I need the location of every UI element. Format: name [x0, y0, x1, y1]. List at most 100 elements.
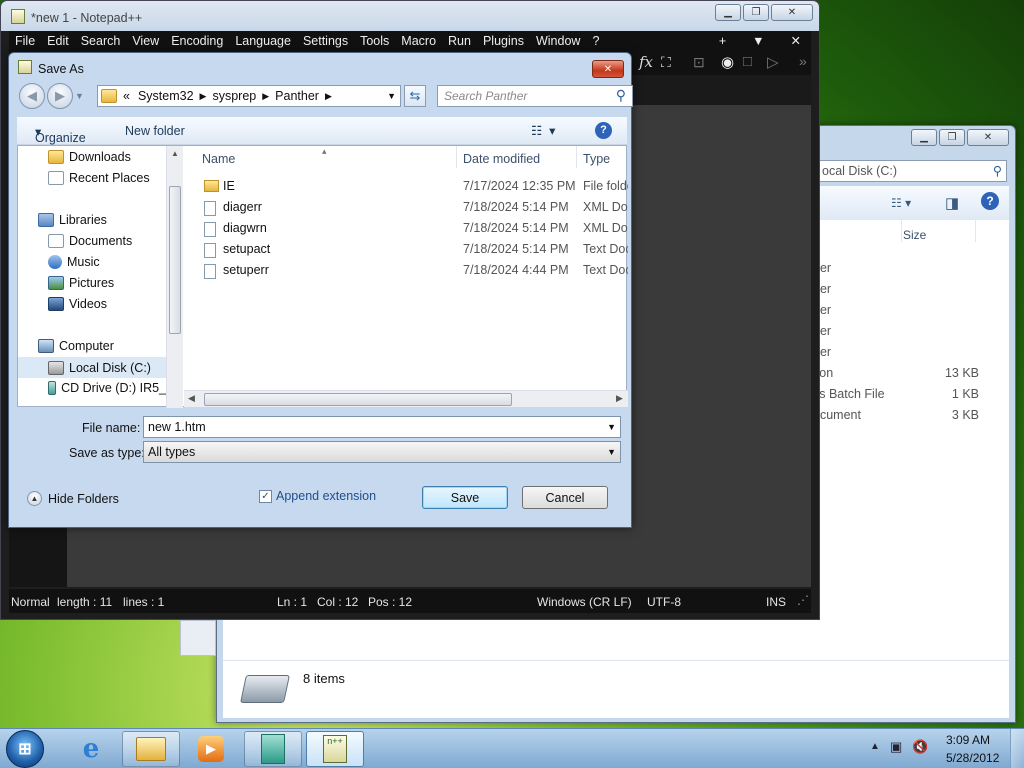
breadcrumb-separator-icon[interactable]: ▶	[325, 91, 332, 102]
document-map-icon[interactable]: ⛶	[661, 54, 671, 71]
menu-tools[interactable]: Tools	[354, 31, 395, 51]
menu-macro[interactable]: Macro	[395, 31, 442, 51]
record-macro-icon[interactable]: ◉	[721, 53, 734, 71]
maximize-button[interactable]: ❐	[743, 4, 769, 21]
menu-view[interactable]: View	[126, 31, 165, 51]
tree-item-music[interactable]: Music	[48, 255, 100, 269]
status-encoding[interactable]: UTF-8	[647, 595, 681, 609]
close-button[interactable]: ✕	[592, 60, 624, 78]
dialog-titlebar[interactable]: Save As ✕	[9, 53, 631, 81]
menu-help[interactable]: ?	[586, 31, 605, 51]
menu-encoding[interactable]: Encoding	[165, 31, 229, 51]
tree-item-libraries[interactable]: Libraries	[38, 213, 107, 227]
scroll-thumb[interactable]	[204, 393, 512, 406]
menu-run[interactable]: Run	[442, 31, 477, 51]
preview-pane-icon[interactable]: ◨	[945, 194, 959, 212]
address-dropdown-icon[interactable]: ▼	[387, 91, 396, 101]
function-list-icon[interactable]: fx	[639, 53, 653, 71]
tree-scrollbar[interactable]: ▲	[166, 146, 183, 408]
close-button[interactable]: ✕	[967, 129, 1009, 146]
tree-item-documents[interactable]: Documents	[48, 234, 132, 248]
help-icon[interactable]: ?	[595, 122, 612, 139]
tree-item-recent-places[interactable]: Recent Places	[48, 171, 150, 185]
search-icon[interactable]: ⚲	[616, 87, 626, 104]
close-document-icon[interactable]: ✕	[785, 31, 807, 51]
file-row[interactable]: setuperr 7/18/2024 4:44 PM Text Docu	[184, 260, 628, 281]
close-button[interactable]: ✕	[771, 4, 813, 21]
scroll-thumb[interactable]	[169, 186, 181, 334]
file-list-scrollbar[interactable]: ◀ ▶	[184, 390, 628, 407]
start-button[interactable]: ⊞	[6, 730, 44, 768]
tree-item-computer[interactable]: Computer	[38, 339, 114, 353]
filename-input[interactable]: new 1.htm ▼	[143, 416, 621, 438]
minimize-button[interactable]: ▁	[715, 4, 741, 21]
forward-button[interactable]: ▶	[47, 83, 73, 109]
minimize-button[interactable]: ▁	[911, 129, 937, 146]
save-button[interactable]: Save	[422, 486, 508, 509]
breadcrumb-panther[interactable]: Panther	[275, 89, 319, 103]
tree-item-local-disk[interactable]: Local Disk (C:)	[18, 357, 166, 378]
status-eol[interactable]: Windows (CR LF)	[537, 595, 632, 609]
show-hidden-icons-icon[interactable]: ▲	[870, 741, 880, 752]
tree-item-pictures[interactable]: Pictures	[48, 276, 114, 290]
column-header-date[interactable]: Date modified	[463, 152, 540, 166]
menu-plugins[interactable]: Plugins	[477, 31, 530, 51]
breadcrumb-separator-icon[interactable]: ▶	[262, 91, 269, 102]
taskbar-media-player[interactable]: ▶	[182, 731, 240, 767]
filename-dropdown-icon[interactable]: ▼	[607, 422, 616, 432]
file-row[interactable]: diagerr 7/18/2024 5:14 PM XML Docu	[184, 197, 628, 218]
breadcrumb-sysprep[interactable]: sysprep	[212, 89, 256, 103]
menu-edit[interactable]: Edit	[41, 31, 75, 51]
view-options-icon[interactable]: ☷ ▾	[531, 123, 555, 138]
column-header-name[interactable]: Name	[202, 152, 235, 166]
hide-folders-button[interactable]: ▲ Hide Folders	[27, 491, 119, 506]
network-icon[interactable]: ▣	[890, 739, 902, 755]
address-bar[interactable]: « System32 ▶ sysprep ▶ Panther ▶ ▼	[97, 85, 401, 107]
stop-macro-icon[interactable]: □	[743, 53, 752, 70]
tree-item-downloads[interactable]: Downloads	[48, 150, 131, 164]
taskbar-window[interactable]	[244, 731, 302, 767]
tree-item-cd-drive[interactable]: CD Drive (D:) IR5_	[48, 381, 166, 395]
view-options-icon[interactable]: ☷ ▾	[891, 196, 911, 210]
file-row[interactable]: setupact 7/18/2024 5:14 PM Text Docu	[184, 239, 628, 260]
taskbar-explorer[interactable]	[122, 731, 180, 767]
taskbar-notepadpp[interactable]: n++	[306, 731, 364, 767]
search-icon[interactable]: ⚲	[993, 163, 1002, 178]
volume-muted-icon[interactable]: 🔇	[912, 739, 928, 755]
search-input[interactable]: Search Panther ⚲	[437, 85, 633, 107]
help-icon[interactable]: ?	[981, 192, 999, 210]
breadcrumb-system32[interactable]: System32	[138, 89, 194, 103]
recent-locations-dropdown-icon[interactable]: ▼	[75, 91, 84, 101]
menu-settings[interactable]: Settings	[297, 31, 354, 51]
monitor-icon[interactable]: ⊡	[693, 54, 705, 71]
cancel-button[interactable]: Cancel	[522, 486, 608, 509]
show-desktop-button[interactable]	[1010, 729, 1024, 768]
file-row[interactable]: IE 7/17/2024 12:35 PM File folder	[184, 176, 628, 197]
status-insert-mode[interactable]: INS	[766, 595, 786, 609]
tab-list-dropdown-icon[interactable]: ▼	[746, 31, 770, 51]
savetype-dropdown-icon[interactable]: ▼	[607, 447, 616, 457]
notepadpp-titlebar[interactable]: *new 1 - Notepad++ ▁ ❐ ✕	[1, 1, 819, 31]
taskbar-internet-explorer[interactable]: e	[62, 731, 120, 767]
scroll-left-icon[interactable]: ◀	[188, 393, 195, 404]
menu-window[interactable]: Window	[530, 31, 586, 51]
column-header-size[interactable]: Size	[903, 228, 926, 242]
maximize-button[interactable]: ❐	[939, 129, 965, 146]
savetype-select[interactable]: All types ▼	[143, 441, 621, 463]
column-header-type[interactable]: Type	[583, 152, 610, 166]
play-macro-icon[interactable]: ▷	[767, 53, 779, 71]
tree-item-videos[interactable]: Videos	[48, 297, 107, 311]
file-row[interactable]: diagwrn 7/18/2024 5:14 PM XML Docu	[184, 218, 628, 239]
back-button[interactable]: ◀	[19, 83, 45, 109]
scroll-up-icon[interactable]: ▲	[171, 149, 179, 158]
organize-button[interactable]: Organize ▾	[35, 124, 86, 145]
clock-date[interactable]: 5/28/2012	[946, 751, 999, 765]
new-folder-button[interactable]: New folder	[125, 124, 185, 138]
toolbar-overflow-icon[interactable]: »	[799, 53, 807, 69]
resize-grip-icon[interactable]: ⋰	[797, 593, 809, 607]
breadcrumb-overflow[interactable]: «	[123, 89, 130, 103]
new-tab-icon[interactable]: +	[713, 31, 732, 51]
menu-file[interactable]: File	[9, 31, 41, 51]
scroll-right-icon[interactable]: ▶	[616, 393, 623, 404]
explorer-search-box[interactable]: ocal Disk (C:) ⚲	[817, 160, 1007, 182]
